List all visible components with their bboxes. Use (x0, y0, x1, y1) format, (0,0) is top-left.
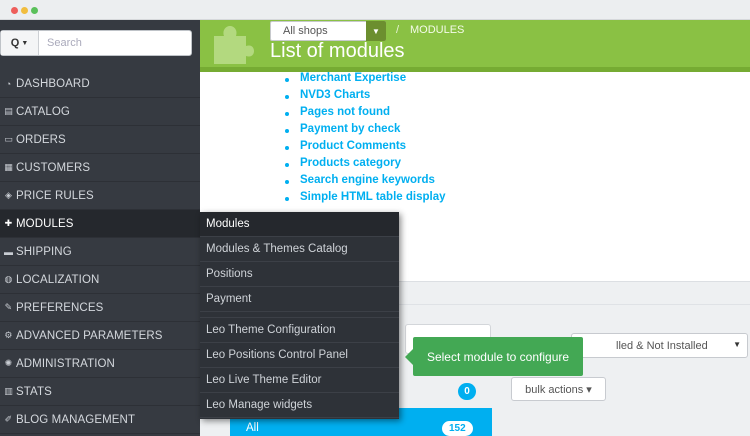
sidebar-item-label: CATALOG (16, 105, 70, 118)
sidebar-item-preferences[interactable]: ✎ PREFERENCES (0, 294, 200, 322)
sidebar-item-label: PRICE RULES (16, 189, 94, 202)
search-input[interactable] (41, 31, 189, 55)
sidebar-item-stats[interactable]: ▥ STATS (0, 378, 200, 406)
puzzle-icon: ✚ (4, 218, 13, 228)
minimize-window-button[interactable] (21, 7, 28, 14)
bulk-actions-button[interactable]: bulk actions ▾ (511, 377, 606, 401)
modules-submenu: Modules Modules & Themes Catalog Positio… (200, 212, 399, 419)
count-badge: 0 (458, 383, 476, 400)
category-all-label: All (246, 422, 259, 434)
submenu-item-modules[interactable]: Modules (200, 212, 399, 237)
tooltip-select-module: Select module to configure (405, 337, 583, 376)
module-link[interactable]: Products category (285, 157, 446, 174)
submenu-item-modules-themes-catalog[interactable]: Modules & Themes Catalog (200, 237, 399, 262)
shop-select-value: All shops (283, 25, 328, 37)
module-list: Merchant Expertise NVD3 Charts Pages not… (285, 72, 446, 208)
sidebar-item-administration[interactable]: ✺ ADMINISTRATION (0, 350, 200, 378)
module-link[interactable]: Simple HTML table display (285, 191, 446, 208)
sidebar-item-label: MODULES (16, 217, 74, 230)
sidebar-item-label: LOCALIZATION (16, 273, 100, 286)
sidebar-item-price-rules[interactable]: ◈ PRICE RULES (0, 182, 200, 210)
module-link[interactable]: Merchant Expertise (285, 72, 446, 89)
sidebar-item-label: BLOG MANAGEMENT (16, 413, 136, 426)
sidebar-item-dashboard[interactable]: ◔ DASHBOARD (0, 70, 200, 98)
sidebar-item-label: DASHBOARD (16, 77, 90, 90)
sidebar-item-catalog[interactable]: ▤ CATALOG (0, 98, 200, 126)
submenu-item-leo-theme-configuration[interactable]: Leo Theme Configuration (200, 318, 399, 343)
puzzle-icon (214, 26, 254, 64)
sidebar-item-label: ORDERS (16, 133, 66, 146)
caret-down-icon: ▼ (733, 340, 741, 349)
truck-icon: ▬ (3, 246, 14, 257)
gear-icon: ✺ (4, 358, 13, 368)
globe-icon: ◍ (4, 274, 13, 284)
search-type-button[interactable]: Q ▼ (1, 31, 39, 55)
maximize-window-button[interactable] (31, 7, 38, 14)
category-all-count: 152 (442, 421, 473, 436)
submenu-item-leo-live-theme-editor[interactable]: Leo Live Theme Editor (200, 368, 399, 393)
sidebar-item-localization[interactable]: ◍ LOCALIZATION (0, 266, 200, 294)
submenu-item-leo-positions-control-panel[interactable]: Leo Positions Control Panel (200, 343, 399, 368)
bar-chart-icon: ▥ (4, 386, 13, 396)
sidebar-item-label: ADVANCED PARAMETERS (16, 329, 163, 342)
sidebar-item-customers[interactable]: ▦ CUSTOMERS (0, 154, 200, 182)
dashboard-icon: ◔ (5, 78, 12, 89)
sidebar-item-orders[interactable]: ▭ ORDERS (0, 126, 200, 154)
sidebar: Q▼ ◔ DASHBOARD ▤CATALOG ▭ORDERS ▦CUSTOMER… (0, 20, 200, 436)
search-icon: Q (10, 37, 20, 49)
window-titlebar (0, 0, 750, 20)
module-link[interactable]: Pages not found (285, 106, 446, 123)
sidebar-item-label: CUSTOMERS (16, 161, 91, 174)
sidebar-item-label: STATS (16, 385, 52, 398)
sidebar-item-advanced-parameters[interactable]: ⚙ ADVANCED PARAMETERS (0, 322, 200, 350)
page-title: List of modules (270, 40, 405, 62)
sidebar-item-modules[interactable]: ✚ MODULES (0, 210, 200, 238)
price-tag-icon: ◈ (4, 190, 13, 200)
submenu-item-positions[interactable]: Positions (200, 262, 399, 287)
sidebar-item-label: ADMINISTRATION (16, 357, 115, 370)
sidebar-item-shipping[interactable]: ▬ SHIPPING (0, 238, 200, 266)
submenu-item-payment[interactable]: Payment (200, 287, 399, 312)
breadcrumb-modules[interactable]: MODULES (410, 24, 464, 36)
caret-down-icon: ▼ (366, 21, 386, 41)
pencil-icon: ✐ (4, 414, 13, 424)
page-header: All shops ▼ / MODULES List of modules (200, 20, 750, 70)
module-link[interactable]: NVD3 Charts (285, 89, 446, 106)
sidebar-nav: ◔ DASHBOARD ▤ CATALOG ▭ ORDERS ▦ CUSTOMERS ◈… (0, 70, 200, 434)
module-link[interactable]: Payment by check (285, 123, 446, 140)
sidebar-item-blog-management[interactable]: ✐ BLOG MANAGEMENT (0, 406, 200, 434)
module-link[interactable]: Search engine keywords (285, 174, 446, 191)
breadcrumb-separator: / (396, 24, 400, 36)
wrench-icon: ✎ (4, 302, 13, 312)
search-box: Q ▼ (0, 30, 192, 56)
submenu-item-leo-manage-widgets[interactable]: Leo Manage widgets (200, 393, 399, 418)
close-window-button[interactable] (11, 7, 18, 14)
cogs-icon: ⚙ (4, 330, 13, 340)
sidebar-item-label: SHIPPING (16, 245, 72, 258)
module-link[interactable]: Product Comments (285, 140, 446, 157)
customers-icon: ▦ (4, 162, 13, 172)
caret-down-icon: ▼ (21, 39, 29, 47)
orders-icon: ▭ (4, 134, 13, 144)
catalog-icon: ▤ (4, 106, 13, 116)
install-status-value: lled & Not Installed (616, 340, 708, 352)
shop-select[interactable]: All shops ▼ (270, 21, 386, 41)
sidebar-item-label: PREFERENCES (16, 301, 104, 314)
install-status-select[interactable]: lled & Not Installed ▼ (571, 333, 748, 358)
